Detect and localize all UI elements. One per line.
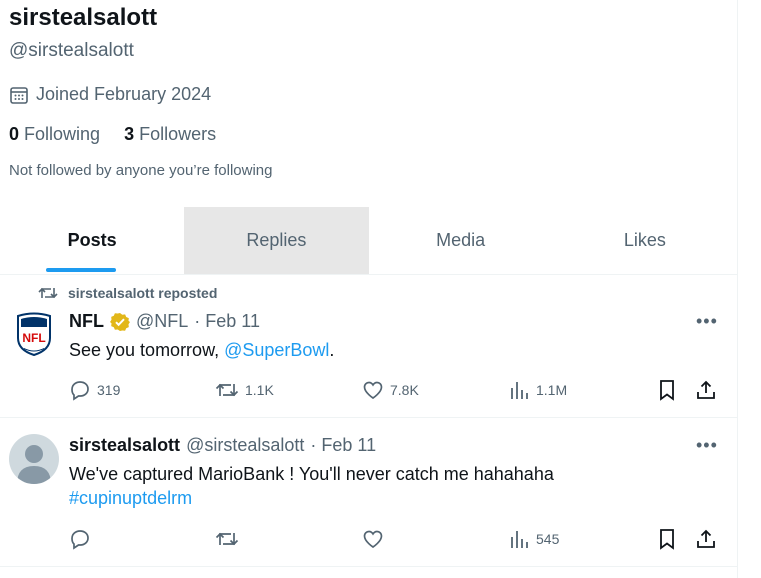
post-author[interactable]: sirstealsalott (69, 435, 180, 456)
heart-icon (363, 530, 383, 549)
post-handle[interactable]: @NFL (136, 311, 188, 332)
more-options-icon[interactable]: ••• (696, 435, 718, 456)
tab-posts[interactable]: Posts (0, 207, 184, 274)
repost-icon (215, 383, 239, 397)
repost-icon (38, 287, 58, 299)
following-link[interactable]: 0 Following (9, 124, 100, 145)
repost-indicator: sirstealsalott reposted (38, 285, 217, 301)
bookmark-icon[interactable] (658, 379, 676, 401)
analytics-icon (511, 382, 528, 399)
repost-button[interactable] (215, 528, 239, 550)
bookmark-icon[interactable] (658, 528, 676, 550)
profile-display-name: sirstealsalott (9, 4, 158, 31)
post-actions: 319 1.1K 7.8K 1.1M (69, 378, 719, 402)
reply-button[interactable]: 319 (69, 379, 120, 401)
profile-column: sirstealsalott @sirstealsalott Joined Fe… (0, 0, 738, 578)
followers-link[interactable]: 3 Followers (124, 124, 216, 145)
nfl-avatar-text: NFL (22, 331, 45, 345)
share-icon[interactable] (695, 379, 717, 401)
share-icon[interactable] (695, 528, 717, 550)
heart-icon (363, 381, 383, 400)
repost-icon (215, 532, 239, 546)
post-text: We've captured MarioBank ! You'll never … (69, 462, 709, 510)
mention-link[interactable]: @SuperBowl (224, 340, 329, 360)
reply-icon (71, 381, 89, 401)
hashtag-link[interactable]: #cupinuptdelrm (69, 486, 709, 510)
profile-tabs: Posts Replies Media Likes (0, 207, 737, 275)
joined-text: Joined February 2024 (36, 84, 212, 104)
active-tab-indicator (46, 268, 116, 272)
like-button[interactable] (362, 528, 384, 550)
analytics-icon (511, 531, 528, 548)
more-options-icon[interactable]: ••• (696, 311, 718, 332)
reply-icon (71, 530, 89, 550)
default-avatar-icon (17, 445, 51, 484)
post-text: See you tomorrow, @SuperBowl. (69, 340, 335, 360)
views-button[interactable]: 545 (510, 528, 559, 550)
calendar-icon (10, 86, 28, 104)
post-date[interactable]: · Feb 11 (194, 311, 260, 332)
post-handle[interactable]: @sirstealsalott (186, 435, 304, 456)
like-button[interactable]: 7.8K (362, 379, 419, 401)
repost-button[interactable]: 1.1K (215, 379, 274, 401)
post-header: NFL @NFL · Feb 11 (69, 311, 260, 332)
tab-replies[interactable]: Replies (184, 207, 369, 274)
reply-button[interactable] (69, 528, 91, 550)
not-followed-note: Not followed by anyone you’re following (9, 162, 273, 179)
nfl-avatar[interactable]: NFL (16, 312, 52, 357)
nfl-shield-logo: NFL (17, 312, 51, 357)
post-header: sirstealsalott @sirstealsalott · Feb 11 (69, 435, 376, 456)
joined-date: Joined February 2024 (9, 84, 211, 105)
post-author[interactable]: NFL (69, 311, 104, 332)
views-button[interactable]: 1.1M (510, 379, 567, 401)
user-avatar[interactable] (9, 434, 59, 484)
profile-handle: @sirstealsalott (9, 40, 134, 61)
post-actions: 545 (69, 527, 719, 551)
verified-badge-icon (110, 312, 130, 331)
follow-stats: 0 Following 3 Followers (9, 124, 216, 145)
post-date[interactable]: · Feb 11 (310, 435, 376, 456)
tab-likes[interactable]: Likes (553, 207, 737, 274)
tab-media[interactable]: Media (369, 207, 553, 274)
